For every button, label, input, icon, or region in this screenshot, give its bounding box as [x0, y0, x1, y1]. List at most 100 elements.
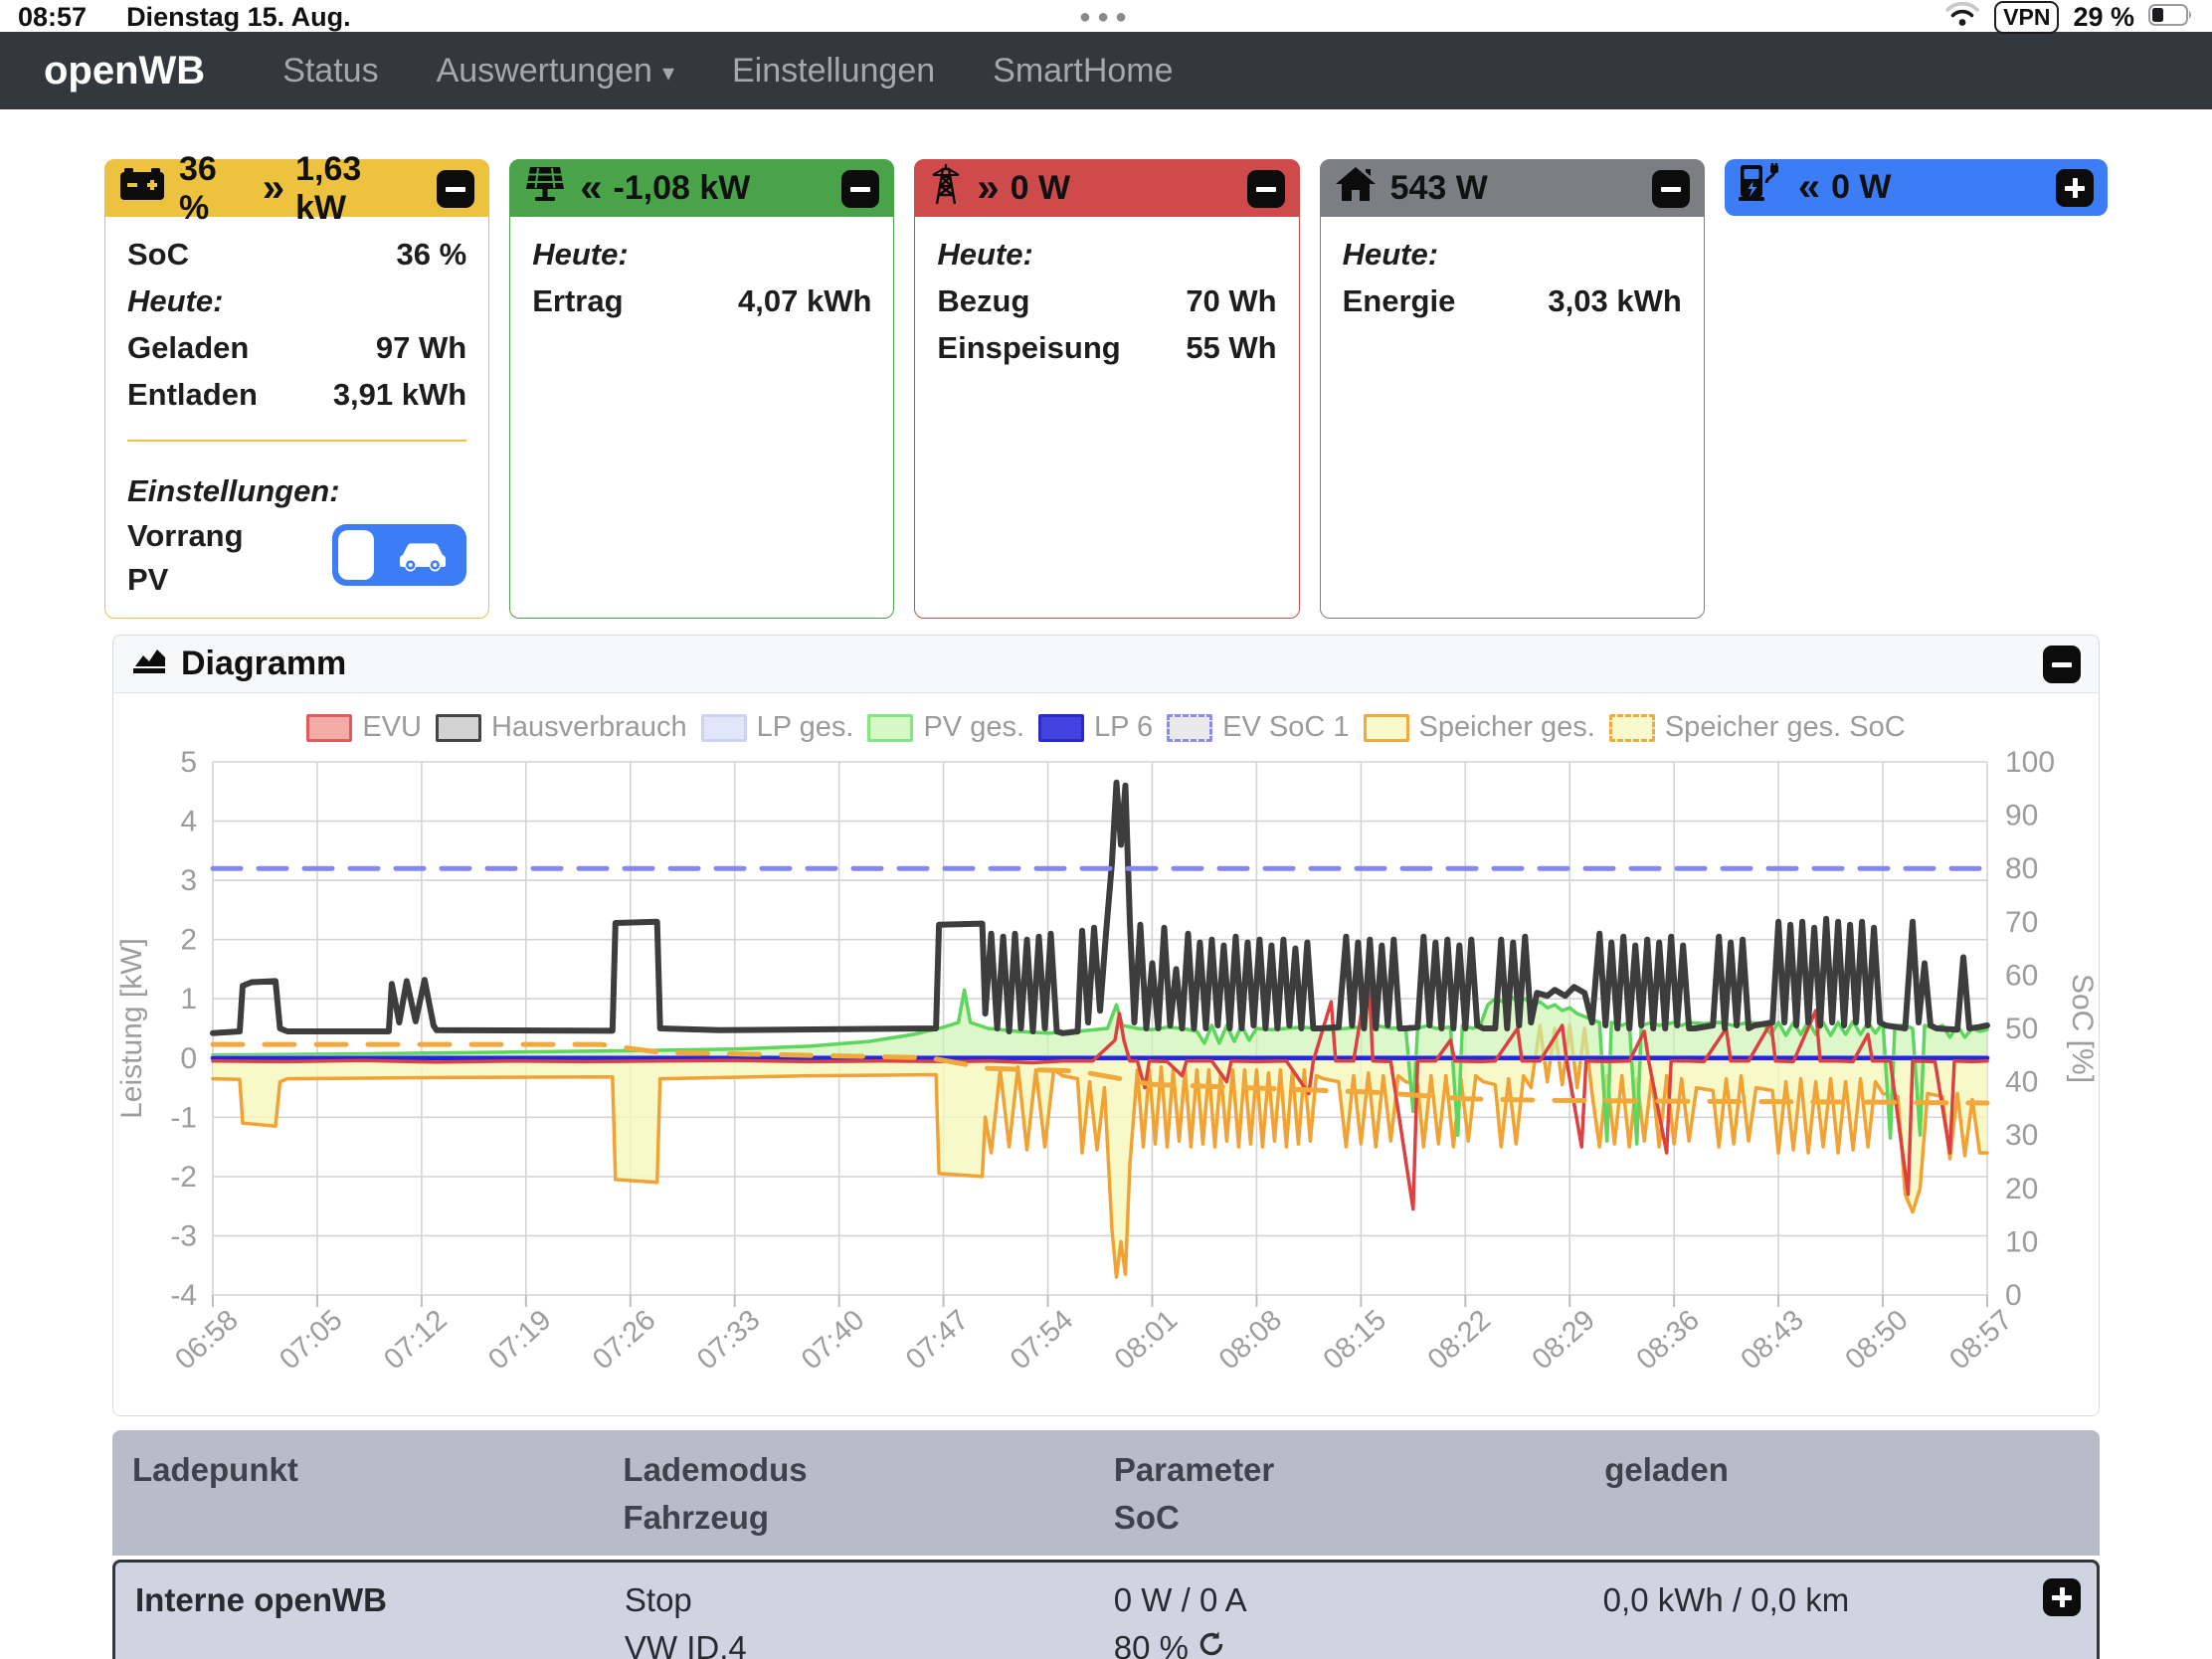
- pv-card: « -1,08 kW Heute: Ertrag4,07 kWh: [509, 159, 894, 619]
- house-icon: [1335, 165, 1377, 212]
- battery-power: 1,63 kW: [295, 150, 409, 228]
- ellipsis-icon: ●●●: [1079, 6, 1133, 29]
- svg-text:-1: -1: [170, 1101, 197, 1134]
- collapse-button[interactable]: [437, 170, 474, 208]
- col-geladen: geladen: [1604, 1446, 2080, 1542]
- solar-panel-icon: [524, 165, 566, 212]
- expand-row-button[interactable]: [2043, 1578, 2081, 1616]
- house-card-header: 543 W: [1321, 160, 1704, 217]
- nav-item-auswertungen[interactable]: Auswertungen ▾: [437, 52, 674, 91]
- legend-item[interactable]: Speicher ges.: [1364, 711, 1595, 744]
- svg-text:-2: -2: [170, 1161, 197, 1194]
- charged-cell: 0,0 kWh / 0,0 km: [1603, 1576, 2077, 1659]
- table-header: Ladepunkt Lademodus Fahrzeug Parameter S…: [112, 1430, 2100, 1556]
- svg-text:08:50: 08:50: [1839, 1304, 1914, 1376]
- legend-item[interactable]: Speicher ges. SoC: [1609, 711, 1906, 744]
- svg-text:08:08: 08:08: [1213, 1304, 1288, 1376]
- svg-text:20: 20: [2005, 1173, 2038, 1205]
- diagram-header: Diagramm: [113, 636, 2099, 693]
- collapse-button[interactable]: [1652, 170, 1690, 208]
- einspeisung-label: Einspeisung: [937, 324, 1120, 371]
- evu-card: » 0 W Heute: Bezug70 Wh Einspeisung55 Wh: [914, 159, 1299, 619]
- legend-item[interactable]: PV ges.: [867, 711, 1024, 744]
- evu-card-header: » 0 W: [915, 160, 1298, 217]
- bezug-label: Bezug: [937, 277, 1029, 324]
- einstellungen-label: Einstellungen:: [127, 467, 466, 514]
- battery-card-body: SoC36 % Heute: Geladen97 Wh Entladen3,91…: [105, 217, 488, 618]
- navbar: openWB Status Auswertungen ▾ Einstellung…: [0, 32, 2212, 109]
- energie-label: Energie: [1343, 277, 1456, 324]
- col-ladepunkt: Ladepunkt: [132, 1446, 623, 1542]
- legend-item[interactable]: LP ges.: [701, 711, 854, 744]
- bezug-value: 70 Wh: [1186, 277, 1276, 324]
- refresh-icon[interactable]: [1197, 1624, 1226, 1659]
- battery-card: 36 % » 1,63 kW SoC36 % Heute: Geladen97 …: [104, 159, 489, 619]
- legend-item[interactable]: LP 6: [1038, 711, 1153, 744]
- arrow-left-icon: «: [580, 166, 599, 211]
- chart-area-icon: [131, 644, 167, 684]
- legend-swatch: [701, 714, 747, 742]
- transmission-tower-icon: [929, 163, 963, 214]
- svg-text:2: 2: [180, 924, 197, 957]
- ertrag-label: Ertrag: [532, 277, 623, 324]
- svg-text:30: 30: [2005, 1119, 2038, 1152]
- heute-label: Heute:: [532, 231, 871, 277]
- chart-canvas: 543210-1-2-3-4100908070605040302010006:5…: [113, 750, 2099, 1415]
- power-current: 0 W / 0 A: [1114, 1576, 1603, 1624]
- svg-text:08:29: 08:29: [1527, 1304, 1601, 1376]
- pv-card-body: Heute: Ertrag4,07 kWh: [510, 217, 893, 618]
- svg-text:08:01: 08:01: [1109, 1304, 1184, 1376]
- arrow-left-icon: «: [1798, 165, 1817, 210]
- arrow-right-icon: »: [263, 166, 281, 211]
- svg-text:Leistung [kW]: Leistung [kW]: [115, 938, 148, 1119]
- svg-text:5: 5: [180, 750, 197, 779]
- battery-card-header: 36 % » 1,63 kW: [105, 160, 488, 217]
- legend-label: Speicher ges. SoC: [1665, 711, 1906, 744]
- charge-mode: Stop: [625, 1576, 1114, 1624]
- svg-text:3: 3: [180, 864, 197, 897]
- nav-item-status[interactable]: Status: [282, 52, 378, 91]
- svg-text:0: 0: [180, 1042, 197, 1075]
- collapse-button[interactable]: [2043, 645, 2081, 683]
- legend-label: Speicher ges.: [1419, 711, 1595, 744]
- svg-text:-3: -3: [170, 1219, 197, 1252]
- svg-text:06:58: 06:58: [169, 1304, 244, 1376]
- vorrang-pv-toggle[interactable]: [332, 524, 466, 586]
- svg-text:08:43: 08:43: [1735, 1304, 1809, 1376]
- battery-soc-header: 36 %: [179, 150, 249, 228]
- soc-label: SoC: [127, 231, 189, 277]
- chevron-down-icon: ▾: [662, 59, 674, 88]
- svg-text:10: 10: [2005, 1225, 2038, 1258]
- brand-logo[interactable]: openWB: [44, 49, 205, 93]
- legend-swatch: [1609, 714, 1655, 742]
- legend-item[interactable]: EVU: [306, 711, 422, 744]
- heute-label: Heute:: [937, 231, 1276, 277]
- collapse-button[interactable]: [1247, 170, 1285, 208]
- nav-item-smarthome[interactable]: SmartHome: [993, 52, 1173, 91]
- vorrang-pv-label: Vorrang PV: [127, 514, 276, 602]
- svg-text:70: 70: [2005, 906, 2038, 939]
- heute-label: Heute:: [1343, 231, 1682, 277]
- nav-item-einstellungen[interactable]: Einstellungen: [732, 52, 935, 91]
- diagram-title: Diagramm: [181, 645, 346, 683]
- legend-swatch: [306, 714, 352, 742]
- expand-button[interactable]: [2056, 169, 2094, 207]
- svg-text:4: 4: [180, 806, 197, 838]
- pv-power: -1,08 kW: [613, 169, 750, 208]
- legend-item[interactable]: EV SoC 1: [1167, 711, 1349, 744]
- svg-text:100: 100: [2005, 750, 2055, 779]
- pv-card-header: « -1,08 kW: [510, 160, 893, 217]
- legend-label: EV SoC 1: [1222, 711, 1349, 744]
- svg-text:07:19: 07:19: [482, 1304, 557, 1376]
- legend-item[interactable]: Hausverbrauch: [436, 711, 687, 744]
- chargepoint-name: Interne openWB: [135, 1576, 625, 1659]
- car-battery-icon: [119, 166, 165, 211]
- soc-value: 36 %: [397, 231, 467, 277]
- collapse-button[interactable]: [841, 170, 879, 208]
- diagram-panel: Diagramm EVU Hausverbrauch LP ges. PV ges. L…: [112, 635, 2100, 1416]
- svg-text:08:36: 08:36: [1630, 1304, 1705, 1376]
- vehicle-soc: 80 %: [1114, 1624, 1189, 1659]
- parameter-cell: 0 W / 0 A 80 %: [1114, 1576, 1603, 1659]
- svg-text:0: 0: [2005, 1279, 2022, 1312]
- car-icon: [397, 539, 449, 573]
